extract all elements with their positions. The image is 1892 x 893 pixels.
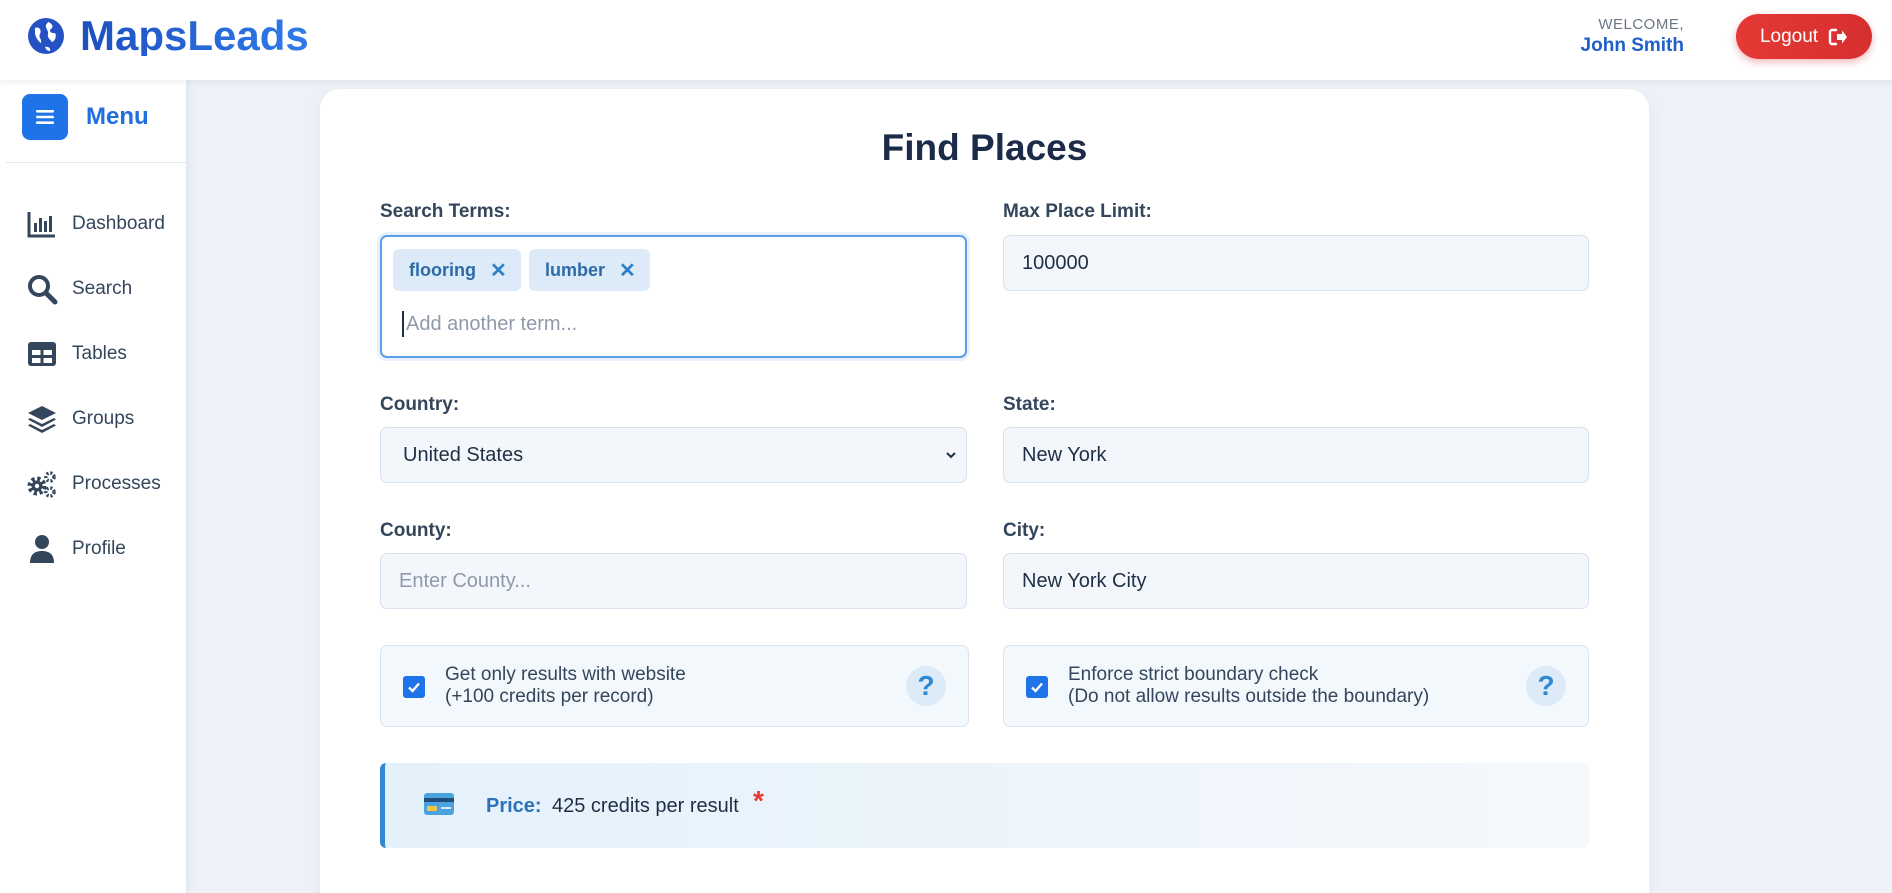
- sidebar-nav: Dashboard Search Tables Groups Processes…: [0, 191, 186, 581]
- search-icon: [28, 274, 58, 304]
- price-panel: Price: 425 credits per result *: [380, 763, 1589, 848]
- website-only-option: Get only results with website (+100 cred…: [380, 645, 969, 727]
- add-term-input[interactable]: Add another term...: [402, 311, 577, 337]
- globe-icon: [28, 18, 64, 54]
- app-logo[interactable]: MapsLeads: [26, 12, 309, 59]
- sidebar-item-groups[interactable]: Groups: [0, 386, 186, 451]
- sidebar-item-label: Groups: [72, 407, 135, 429]
- country-label: Country:: [380, 394, 460, 415]
- user-icon: [30, 534, 54, 563]
- menu-divider: [6, 162, 186, 163]
- county-label: County:: [380, 520, 452, 541]
- strict-boundary-text: Enforce strict boundary check (Do not al…: [1068, 664, 1429, 708]
- chip-label: lumber: [545, 259, 606, 280]
- gears-icon: [27, 470, 56, 498]
- find-places-card: Find Places Search Terms: flooring ✕ lum…: [320, 89, 1649, 893]
- price-label: Price:: [486, 795, 542, 817]
- sidebar-item-label: Dashboard: [72, 212, 165, 234]
- sidebar-item-label: Search: [72, 277, 133, 299]
- country-value: United States: [403, 443, 524, 466]
- strict-boundary-option: Enforce strict boundary check (Do not al…: [1003, 645, 1589, 727]
- sidebar-item-processes[interactable]: Processes: [0, 451, 186, 516]
- state-field[interactable]: New York: [1003, 427, 1589, 483]
- sidebar-item-dashboard[interactable]: Dashboard: [0, 191, 186, 256]
- checkmark-icon: [408, 682, 420, 693]
- logout-button[interactable]: Logout: [1736, 14, 1872, 59]
- county-field[interactable]: Enter County...: [380, 553, 967, 609]
- hamburger-icon: [36, 110, 54, 124]
- sign-out-icon: [1828, 28, 1848, 45]
- chevron-down-icon: [946, 452, 956, 459]
- sidebar-item-tables[interactable]: Tables: [0, 321, 186, 386]
- city-label: City:: [1003, 520, 1046, 541]
- sidebar-item-label: Profile: [72, 537, 126, 559]
- sidebar-item-search[interactable]: Search: [0, 256, 186, 321]
- price-value: 425 credits per result: [552, 795, 739, 817]
- max-place-limit-field[interactable]: 100000: [1003, 235, 1589, 291]
- chart-bar-icon: [27, 211, 55, 237]
- welcome-label: WELCOME,: [1598, 16, 1684, 33]
- remove-chip-icon[interactable]: ✕: [490, 258, 507, 283]
- menu-label: Menu: [86, 103, 149, 130]
- website-only-line1: Get only results with website: [445, 664, 686, 685]
- top-header: MapsLeads WELCOME, John Smith Logout: [0, 0, 1892, 80]
- term-chip: lumber ✕: [529, 249, 650, 291]
- state-label: State:: [1003, 394, 1056, 415]
- max-place-limit-label: Max Place Limit:: [1003, 201, 1152, 222]
- chip-label: flooring: [409, 259, 476, 280]
- required-mark: *: [753, 785, 764, 816]
- sidebar: Menu Dashboard Search Tables Groups Proc…: [0, 80, 186, 893]
- term-chip: flooring ✕: [393, 249, 521, 291]
- sidebar-item-label: Tables: [72, 342, 127, 364]
- app-name: MapsLeads: [80, 12, 309, 59]
- strict-boundary-line1: Enforce strict boundary check: [1068, 664, 1319, 685]
- help-icon[interactable]: ?: [1526, 666, 1566, 706]
- help-icon[interactable]: ?: [906, 666, 946, 706]
- strict-boundary-checkbox[interactable]: [1026, 676, 1048, 698]
- search-terms-input[interactable]: flooring ✕ lumber ✕ Add another term...: [380, 235, 967, 358]
- logout-label: Logout: [1759, 25, 1819, 47]
- sidebar-item-label: Processes: [72, 472, 161, 494]
- strict-boundary-line2: (Do not allow results outside the bounda…: [1068, 686, 1430, 707]
- user-greeting: WELCOME, John Smith: [1581, 16, 1684, 57]
- website-only-text: Get only results with website (+100 cred…: [445, 664, 686, 708]
- menu-header: Menu: [22, 94, 149, 140]
- remove-chip-icon[interactable]: ✕: [619, 258, 636, 283]
- city-field[interactable]: New York City: [1003, 553, 1589, 609]
- website-only-line2: (+100 credits per record): [445, 686, 654, 707]
- layers-icon: [28, 405, 56, 433]
- country-select[interactable]: United States: [380, 427, 967, 483]
- checkmark-icon: [1031, 682, 1043, 693]
- user-name: John Smith: [1580, 35, 1684, 56]
- page-title: Find Places: [881, 127, 1088, 168]
- menu-toggle-button[interactable]: [22, 94, 68, 140]
- website-only-checkbox[interactable]: [403, 676, 425, 698]
- sidebar-item-profile[interactable]: Profile: [0, 516, 186, 581]
- table-icon: [28, 341, 56, 366]
- search-terms-label: Search Terms:: [380, 201, 511, 222]
- credit-card-icon: [424, 793, 454, 815]
